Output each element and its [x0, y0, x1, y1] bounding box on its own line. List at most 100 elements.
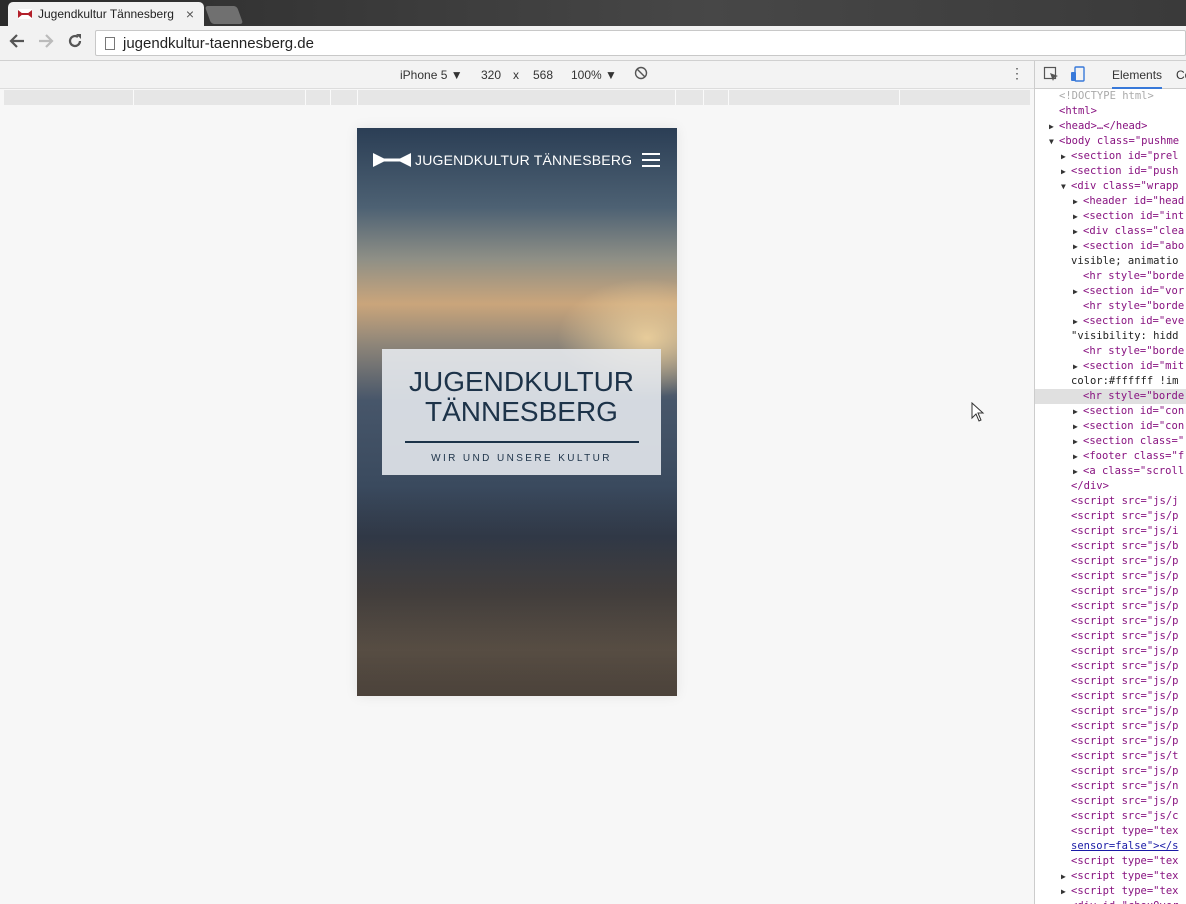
zoom-select[interactable]: 100% ▼ — [571, 68, 617, 82]
collapsed-triangle-icon[interactable]: ▶ — [1061, 884, 1071, 899]
dom-node-line[interactable]: ▶ <section id="abo — [1035, 239, 1186, 254]
expanded-triangle-icon[interactable]: ▼ — [1061, 179, 1071, 194]
dom-node-line[interactable]: <script src="js/p — [1035, 689, 1186, 704]
dom-node-line[interactable]: <script src="js/p — [1035, 614, 1186, 629]
tab-close-icon[interactable]: × — [186, 6, 194, 22]
dom-node-line[interactable]: <script src="js/i — [1035, 524, 1186, 539]
device-select[interactable]: iPhone 5 ▼ — [400, 68, 463, 82]
collapsed-triangle-icon[interactable]: ▶ — [1073, 434, 1083, 449]
dom-node-line[interactable]: ▶ <section id="int — [1035, 209, 1186, 224]
dom-node-line[interactable]: <script src="js/p — [1035, 629, 1186, 644]
tab-strip: Jugendkultur Tännesberg × — [0, 0, 1186, 26]
dom-node-line[interactable]: <script src="js/p — [1035, 569, 1186, 584]
dom-node-line[interactable]: ▶ <section id="mit — [1035, 359, 1186, 374]
dom-node-line[interactable]: ▶ <div class="clea — [1035, 224, 1186, 239]
dom-node-line[interactable]: <script src="js/c — [1035, 809, 1186, 824]
device-toggle-icon[interactable] — [1070, 66, 1086, 82]
collapsed-triangle-icon[interactable]: ▶ — [1073, 284, 1083, 299]
dom-node-line[interactable]: <script src="js/p — [1035, 704, 1186, 719]
collapsed-triangle-icon[interactable]: ▶ — [1073, 464, 1083, 479]
media-query-ruler[interactable] — [4, 90, 1030, 105]
dom-node-line[interactable]: <script src="js/j — [1035, 494, 1186, 509]
dom-node-line[interactable]: <script src="js/n — [1035, 779, 1186, 794]
collapsed-triangle-icon[interactable]: ▶ — [1061, 164, 1071, 179]
collapsed-triangle-icon[interactable]: ▶ — [1073, 314, 1083, 329]
new-tab-button[interactable] — [204, 6, 244, 24]
dom-node-line[interactable]: <div id="cboxOver — [1035, 899, 1186, 904]
dom-node-line[interactable]: color:#ffffff !im — [1035, 374, 1186, 389]
dom-node-line[interactable]: <script src="js/p — [1035, 734, 1186, 749]
back-icon[interactable] — [6, 32, 28, 54]
collapsed-triangle-icon[interactable]: ▶ — [1049, 119, 1059, 134]
dom-node-line[interactable]: "visibility: hidd — [1035, 329, 1186, 344]
dom-node-line[interactable]: ▶ <section id="vor — [1035, 284, 1186, 299]
dom-node-line[interactable]: <script src="js/p — [1035, 599, 1186, 614]
dom-node-line[interactable]: ▶ <script type="tex — [1035, 884, 1186, 899]
dom-node-line[interactable]: ▶ <script type="tex — [1035, 869, 1186, 884]
dom-node-line[interactable]: ▶ <section id="con — [1035, 404, 1186, 419]
dom-node-line[interactable]: </div> — [1035, 479, 1186, 494]
collapsed-triangle-icon[interactable]: ▶ — [1073, 224, 1083, 239]
browser-tab[interactable]: Jugendkultur Tännesberg × — [8, 2, 204, 26]
collapsed-triangle-icon[interactable]: ▶ — [1073, 449, 1083, 464]
dom-node-line[interactable]: <html> — [1035, 104, 1186, 119]
dom-node-line[interactable]: ▶ <section id="con — [1035, 419, 1186, 434]
dom-node-line[interactable]: <script src="js/p — [1035, 644, 1186, 659]
dom-node-line[interactable]: <script src="js/p — [1035, 554, 1186, 569]
dom-node-line[interactable]: ▶ <header id="head — [1035, 194, 1186, 209]
address-bar[interactable]: jugendkultur-taennesberg.de — [95, 30, 1186, 56]
dom-node-line[interactable]: ▶ <section id="eve — [1035, 314, 1186, 329]
dom-node-line[interactable]: <script src="js/p — [1035, 764, 1186, 779]
dom-node-line[interactable]: <hr style="borde — [1035, 344, 1186, 359]
dom-node-line[interactable]: ▶ <section id="prel — [1035, 149, 1186, 164]
dom-tree[interactable]: <!DOCTYPE html> <html> ▶ <head>…</head> ▼ <bo… — [1035, 89, 1186, 904]
reload-icon[interactable] — [64, 32, 86, 54]
device-width-input[interactable]: 320 — [481, 68, 501, 82]
site-brand[interactable]: JUGENDKULTUR TÄNNESBERG — [415, 152, 632, 168]
dom-node-line[interactable]: ▶ <section id="push — [1035, 164, 1186, 179]
rotate-icon[interactable] — [634, 66, 648, 83]
dom-node-line[interactable]: <script type="tex — [1035, 854, 1186, 869]
collapsed-triangle-icon[interactable]: ▶ — [1073, 209, 1083, 224]
collapsed-triangle-icon[interactable]: ▶ — [1073, 194, 1083, 209]
tab-console[interactable]: Co — [1176, 68, 1186, 82]
dom-node-line[interactable]: <script src="js/p — [1035, 719, 1186, 734]
dom-node-text: <div class="wrapp — [1071, 180, 1179, 192]
dom-node-line[interactable]: sensor=false"></s — [1035, 839, 1186, 854]
dom-node-line[interactable]: <script src="js/t — [1035, 749, 1186, 764]
dom-node-line[interactable]: ▶ <head>…</head> — [1035, 119, 1186, 134]
dom-node-line[interactable]: <script type="tex — [1035, 824, 1186, 839]
device-viewport: JUGENDKULTUR TÄNNESBERG JUGENDKULTUR TÄN… — [357, 128, 677, 696]
dom-node-line[interactable]: <script src="js/p — [1035, 584, 1186, 599]
device-height-input[interactable]: 568 — [533, 68, 553, 82]
dom-node-line[interactable]: ▶ <a class="scroll — [1035, 464, 1186, 479]
inspect-element-icon[interactable] — [1043, 66, 1059, 82]
dom-node-line[interactable]: ▶ <footer class="f — [1035, 449, 1186, 464]
dom-node-line[interactable]: <hr style="borde — [1035, 299, 1186, 314]
more-options-icon[interactable]: ⋮ — [1010, 65, 1024, 82]
hamburger-menu-icon[interactable] — [642, 153, 660, 167]
collapsed-triangle-icon[interactable]: ▶ — [1073, 359, 1083, 374]
collapsed-triangle-icon[interactable]: ▶ — [1073, 404, 1083, 419]
dom-node-line[interactable]: visible; animatio — [1035, 254, 1186, 269]
expanded-triangle-icon[interactable]: ▼ — [1049, 134, 1059, 149]
dom-node-line[interactable]: <script src="js/p — [1035, 509, 1186, 524]
dom-node-line[interactable]: <script src="js/p — [1035, 674, 1186, 689]
forward-icon[interactable] — [35, 32, 57, 54]
collapsed-triangle-icon[interactable]: ▶ — [1061, 869, 1071, 884]
dom-node-line[interactable]: <!DOCTYPE html> — [1035, 89, 1186, 104]
dom-node-line[interactable]: <hr style="borde — [1035, 269, 1186, 284]
dom-node-line[interactable]: <script src="js/p — [1035, 794, 1186, 809]
dom-node-line[interactable]: ▼ <body class="pushme — [1035, 134, 1186, 149]
dom-node-line[interactable]: <script src="js/p — [1035, 659, 1186, 674]
mouse-cursor-icon — [971, 402, 985, 422]
collapsed-triangle-icon[interactable]: ▶ — [1073, 239, 1083, 254]
dom-node-line[interactable]: ▼ <div class="wrapp — [1035, 179, 1186, 194]
collapsed-triangle-icon[interactable]: ▶ — [1073, 419, 1083, 434]
dom-node-line[interactable]: ▶ <section class=" — [1035, 434, 1186, 449]
dom-node-line[interactable]: <script src="js/b — [1035, 539, 1186, 554]
tab-elements[interactable]: Elements — [1112, 68, 1163, 89]
dom-node-line[interactable]: <hr style="borde — [1035, 389, 1186, 404]
devtools-toolbar: Elements Co — [1035, 61, 1186, 89]
collapsed-triangle-icon[interactable]: ▶ — [1061, 149, 1071, 164]
